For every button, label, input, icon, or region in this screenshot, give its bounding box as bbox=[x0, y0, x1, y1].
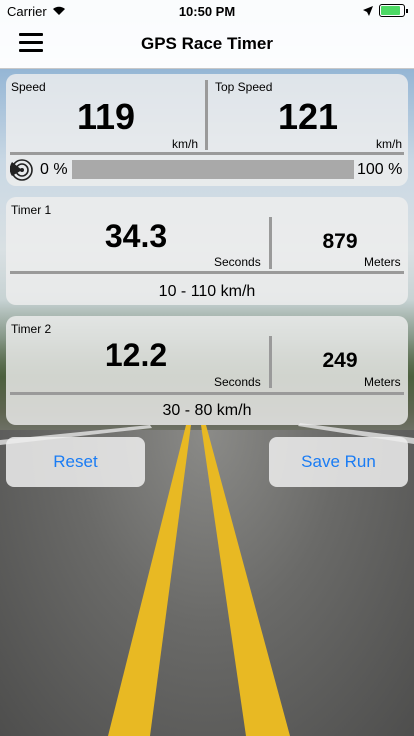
top-speed-unit: km/h bbox=[376, 137, 403, 151]
timer1-distance-unit: Meters bbox=[364, 255, 401, 269]
timer2-time: 12.2 bbox=[104, 337, 168, 373]
navigation-bar: GPS Race Timer bbox=[0, 22, 414, 69]
timer2-distance: 249 bbox=[322, 349, 358, 372]
reset-button[interactable]: Reset bbox=[6, 437, 145, 487]
location-arrow-icon bbox=[363, 5, 373, 16]
timer2-panel: Timer 2 12.2 Seconds 249 Meters 30 - 80 … bbox=[6, 316, 408, 425]
signal-max-label: 100 % bbox=[357, 161, 403, 178]
timer2-range: 30 - 80 km/h bbox=[162, 402, 252, 419]
timer2-distance-unit: Meters bbox=[364, 375, 401, 389]
top-speed-label: Top Speed bbox=[215, 80, 273, 94]
status-bar: Carrier 10:50 PM bbox=[0, 0, 414, 22]
save-run-button[interactable]: Save Run bbox=[269, 437, 408, 487]
timer1-distance: 879 bbox=[322, 230, 358, 253]
timer2-label: Timer 2 bbox=[11, 322, 52, 336]
speed-unit: km/h bbox=[172, 137, 199, 151]
timer1-label: Timer 1 bbox=[11, 203, 52, 217]
timer1-panel: Timer 1 34.3 Seconds 879 Meters 10 - 110… bbox=[6, 197, 408, 305]
speed-value: 119 bbox=[76, 96, 136, 137]
radar-icon bbox=[10, 159, 33, 181]
signal-min-label: 0 % bbox=[40, 161, 68, 178]
top-speed-value: 121 bbox=[277, 96, 339, 137]
page-title: GPS Race Timer bbox=[141, 34, 273, 53]
timer1-time: 34.3 bbox=[104, 218, 168, 254]
speed-label: Speed bbox=[11, 80, 46, 94]
battery-icon bbox=[379, 4, 405, 17]
gps-signal-bar bbox=[72, 160, 354, 179]
speed-panel: Speed 119 km/h Top Speed 121 km/h 0 % 10… bbox=[6, 74, 408, 186]
timer2-time-unit: Seconds bbox=[214, 375, 261, 389]
clock: 10:50 PM bbox=[178, 4, 236, 19]
timer1-range: 10 - 110 km/h bbox=[158, 283, 256, 300]
timer1-time-unit: Seconds bbox=[214, 255, 261, 269]
